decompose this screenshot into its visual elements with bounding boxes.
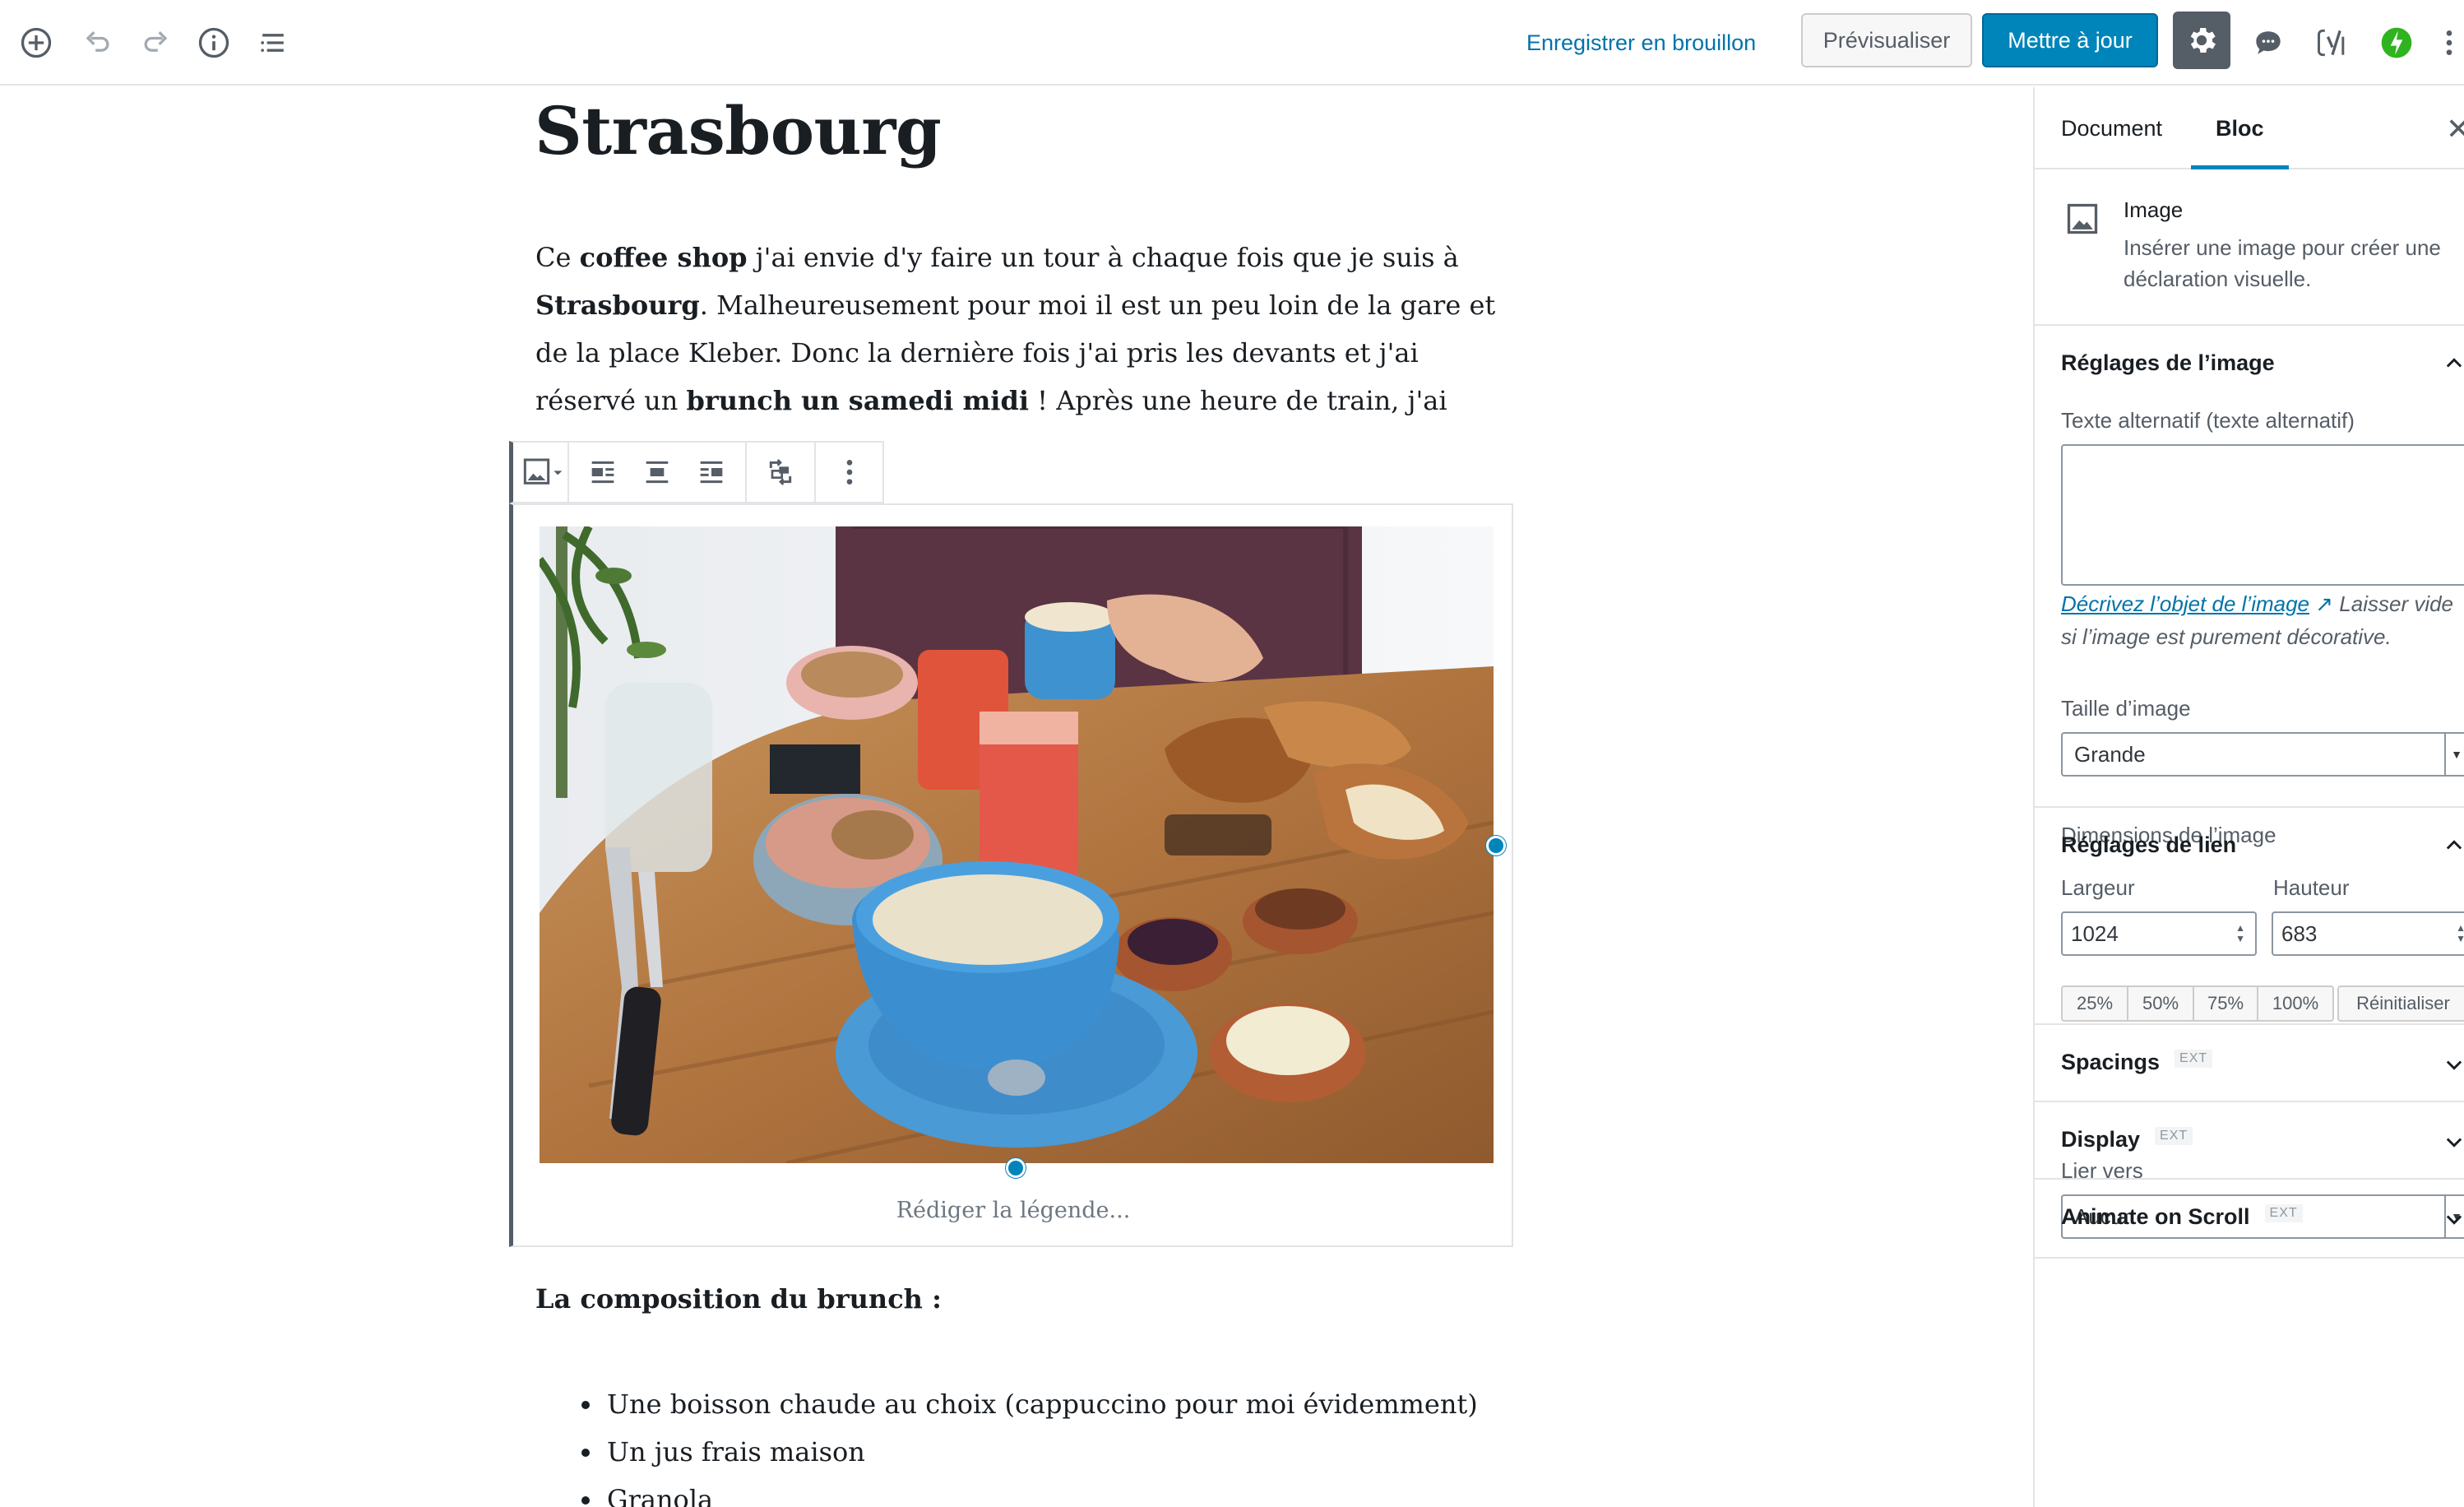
update-button[interactable]: Mettre à jour <box>1982 13 2158 67</box>
preview-button[interactable]: Prévisualiser <box>1801 13 1972 67</box>
align-center-icon <box>646 461 669 484</box>
animate-on-scroll-toggle[interactable]: Animate on Scroll EXT <box>2061 1204 2303 1230</box>
jetpack-icon[interactable] <box>2375 21 2418 64</box>
more-group <box>816 443 883 502</box>
gear-icon <box>2190 27 2216 53</box>
image-size-label: Taille d’image <box>2061 696 2191 721</box>
alignment-group <box>569 443 747 502</box>
block-navigation-icon[interactable] <box>252 21 294 64</box>
paragraph-bold-text: coffee shop <box>579 242 748 273</box>
settings-toggle-button[interactable] <box>2173 12 2230 69</box>
info-icon[interactable] <box>192 21 235 64</box>
chevron-up-icon[interactable] <box>2443 834 2464 857</box>
yoast-icon[interactable] <box>2311 21 2354 64</box>
ext-badge: EXT <box>2264 1204 2303 1222</box>
more-vertical-icon <box>846 460 853 485</box>
brunch-photo[interactable] <box>540 526 1494 1163</box>
link-settings-panel: Réglages de lien <box>2035 808 2464 1025</box>
align-center-button[interactable] <box>630 443 684 502</box>
comment-icon[interactable] <box>2247 21 2290 64</box>
more-options-button[interactable] <box>822 443 877 502</box>
editor-canvas: Strasbourg Ce coffee shop j'ai envie d'y… <box>0 87 2031 1507</box>
close-sidebar-icon[interactable]: ✕ <box>2446 112 2464 146</box>
caption-input[interactable]: Rédiger la légende... <box>513 1198 1513 1223</box>
link-settings-toggle[interactable]: Réglages de lien <box>2061 832 2236 858</box>
redo-icon[interactable] <box>135 21 178 64</box>
alt-text-help: Décrivez l’objet de l’image ↗ Laisser vi… <box>2061 587 2464 653</box>
alt-text-label: Texte alternatif (texte alternatif) <box>2061 408 2355 433</box>
sidebar-tabs: Document Bloc ✕ <box>2035 87 2464 169</box>
list-item: Granola <box>604 1476 1478 1507</box>
spacings-panel[interactable]: Spacings EXT <box>2035 1025 2464 1102</box>
tab-document[interactable]: Document <box>2061 87 2162 169</box>
save-draft-link[interactable]: Enregistrer en brouillon <box>1526 23 1756 63</box>
paragraph-bold-text: Strasbourg <box>535 290 700 321</box>
image-size-select[interactable]: Grande ▼ <box>2061 732 2464 777</box>
add-block-icon[interactable] <box>15 21 58 64</box>
image-settings-toggle[interactable]: Réglages de l’image <box>2061 350 2275 376</box>
spacings-toggle[interactable]: Spacings EXT <box>2061 1050 2213 1075</box>
display-panel[interactable]: Display EXT <box>2035 1102 2464 1180</box>
image-icon <box>2067 203 2098 234</box>
paragraph-block[interactable]: Ce coffee shop j'ai envie d'y faire un t… <box>535 234 1506 424</box>
image-icon <box>523 458 563 485</box>
post-title[interactable]: Strasbourg <box>535 92 942 169</box>
align-right-button[interactable] <box>684 443 739 502</box>
chevron-down-icon[interactable] <box>2443 1053 2464 1076</box>
image-block[interactable]: Rédiger la légende... <box>509 441 1513 1334</box>
chevron-up-icon[interactable] <box>2443 352 2464 375</box>
list-item: Une boisson chaude au choix (cappuccino … <box>604 1380 1478 1428</box>
ext-badge: EXT <box>2175 1050 2213 1068</box>
block-card: Image Insérer une image pour créer une d… <box>2035 169 2464 326</box>
align-right-icon <box>700 461 723 484</box>
chevron-down-icon[interactable] <box>2443 1130 2464 1153</box>
alt-text-textarea[interactable] <box>2061 444 2464 586</box>
paragraph-bold-text: brunch un samedi midi <box>686 385 1029 416</box>
block-card-description: Insérer une image pour créer une déclara… <box>2124 235 2441 291</box>
image-figure: Rédiger la légende... <box>509 503 1513 1247</box>
chevron-down-icon: ▼ <box>2444 734 2464 775</box>
replace-group <box>747 443 816 502</box>
more-vertical-icon[interactable] <box>2434 21 2464 64</box>
resize-handle-bottom[interactable] <box>1006 1158 1026 1178</box>
panel-title-text: Spacings <box>2061 1050 2161 1074</box>
editor-top-toolbar: Enregistrer en brouillon Prévisualiser M… <box>0 0 2464 86</box>
subheading-paragraph[interactable]: La composition du brunch : <box>535 1283 942 1315</box>
paragraph-text: j'ai envie d'y faire un tour à chaque fo… <box>747 242 1459 273</box>
block-toolbar <box>509 441 884 503</box>
list-item: Un jus frais maison <box>604 1428 1478 1476</box>
block-card-title: Image <box>2124 197 2184 222</box>
describe-image-link[interactable]: Décrivez l’objet de l’image <box>2061 591 2309 616</box>
display-toggle[interactable]: Display EXT <box>2061 1127 2193 1152</box>
ingredients-list[interactable]: Une boisson chaude au choix (cappuccino … <box>604 1380 1478 1507</box>
external-link-icon: ↗ <box>2315 591 2334 616</box>
undo-icon[interactable] <box>76 21 118 64</box>
block-switcher[interactable] <box>513 443 569 502</box>
panel-title-text: Animate on Scroll <box>2061 1204 2250 1229</box>
tab-block[interactable]: Bloc <box>2191 87 2289 169</box>
chevron-down-icon[interactable] <box>2443 1208 2464 1231</box>
image-size-value: Grande <box>2074 742 2146 767</box>
animate-on-scroll-panel[interactable]: Animate on Scroll EXT <box>2035 1180 2464 1259</box>
replace-icon <box>769 459 792 485</box>
ext-badge: EXT <box>2155 1127 2193 1145</box>
align-left-icon <box>591 461 614 484</box>
resize-handle-right[interactable] <box>1486 836 1506 856</box>
align-left-button[interactable] <box>576 443 630 502</box>
replace-image-button[interactable] <box>753 443 808 502</box>
panel-title-text: Display <box>2061 1127 2141 1152</box>
settings-sidebar: Document Bloc ✕ Image Insérer une image … <box>2033 87 2464 1507</box>
paragraph-text: Ce <box>535 242 580 273</box>
